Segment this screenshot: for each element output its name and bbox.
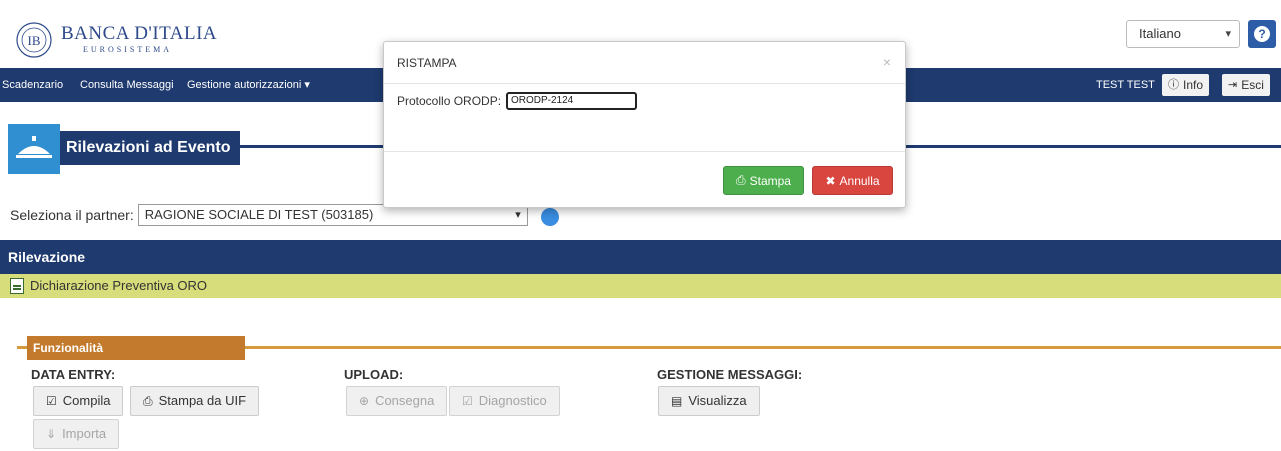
annulla-button[interactable]: ✖ Annulla bbox=[812, 166, 893, 195]
stampa-label: Stampa bbox=[749, 173, 791, 188]
modal-body: Protocollo ORODP: ORODP-2124 bbox=[384, 84, 905, 152]
close-icon: ✖ bbox=[825, 173, 836, 188]
protocol-input[interactable]: ORODP-2124 bbox=[506, 92, 637, 110]
modal-footer: ⎙ Stampa ✖ Annulla bbox=[384, 152, 905, 208]
protocol-label: Protocollo ORODP: bbox=[397, 94, 502, 108]
ristampa-modal: RISTAMPA × Protocollo ORODP: ORODP-2124 … bbox=[383, 41, 906, 208]
close-icon[interactable]: × bbox=[883, 42, 891, 82]
modal-title: RISTAMPA bbox=[397, 56, 457, 70]
stampa-button[interactable]: ⎙ Stampa bbox=[723, 166, 804, 195]
print-icon: ⎙ bbox=[736, 173, 746, 187]
modal-header: RISTAMPA × bbox=[384, 42, 905, 84]
annulla-label: Annulla bbox=[839, 173, 880, 188]
